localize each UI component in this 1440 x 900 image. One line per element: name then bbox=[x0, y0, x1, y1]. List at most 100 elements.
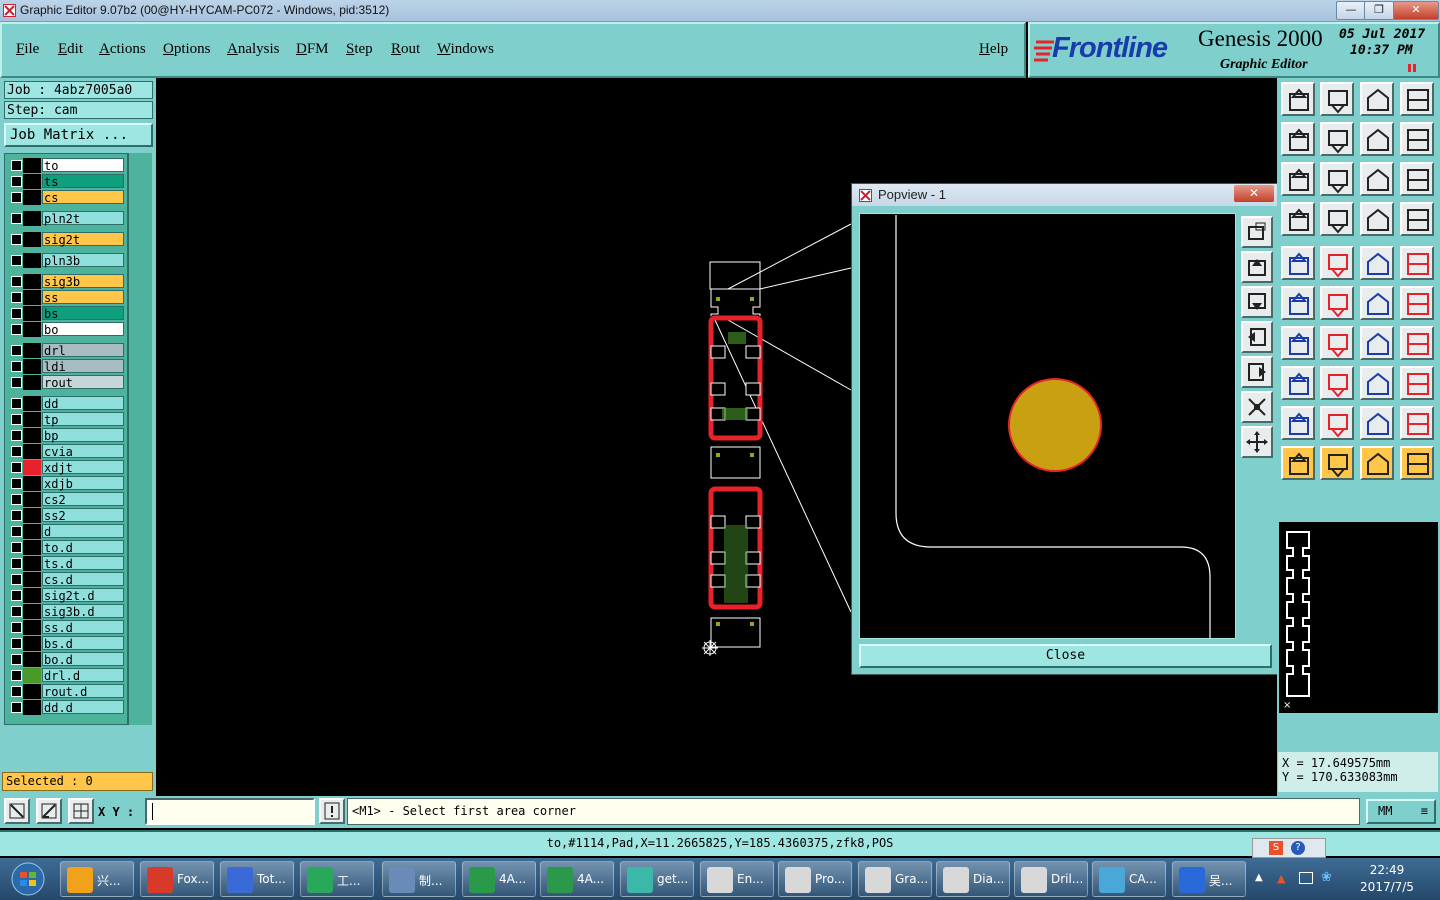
layer-checkbox[interactable] bbox=[11, 590, 22, 601]
layer-color-swatch[interactable] bbox=[23, 290, 41, 305]
layer-color-swatch[interactable] bbox=[23, 572, 41, 587]
xy-input[interactable] bbox=[145, 798, 315, 825]
layer-checkbox[interactable] bbox=[11, 574, 22, 585]
close-window-button[interactable]: ✕ bbox=[1393, 1, 1439, 20]
feature-filter-button[interactable] bbox=[1281, 202, 1315, 236]
popview-fit-button[interactable] bbox=[1241, 426, 1273, 458]
snap-pad-button[interactable] bbox=[1281, 246, 1315, 280]
overview-minimap[interactable]: × bbox=[1279, 522, 1438, 713]
layer-color-swatch[interactable] bbox=[23, 396, 41, 411]
layer-checkbox[interactable] bbox=[11, 542, 22, 553]
layer-row-ts[interactable]: ts bbox=[7, 174, 127, 189]
layer-name[interactable]: bs bbox=[42, 306, 124, 321]
grid-button[interactable] bbox=[1320, 202, 1354, 236]
layer-name[interactable]: ts.d bbox=[42, 556, 124, 571]
flip-button[interactable] bbox=[1400, 326, 1434, 360]
layer-name[interactable]: pln3b bbox=[42, 253, 124, 268]
taskbar-clock[interactable]: 22:49 2017/7/5 bbox=[1352, 862, 1422, 896]
layer-checkbox[interactable] bbox=[11, 526, 22, 537]
layer-checkbox[interactable] bbox=[11, 398, 22, 409]
undo-view-button[interactable] bbox=[1360, 122, 1394, 156]
layer-color-swatch[interactable] bbox=[23, 359, 41, 374]
layer-checkbox[interactable] bbox=[11, 462, 22, 473]
layer-color-swatch[interactable] bbox=[23, 620, 41, 635]
layer-row-sig2t-d[interactable]: sig2t.d bbox=[7, 588, 127, 603]
popview-pan-down-button[interactable] bbox=[1241, 286, 1273, 318]
layer-name[interactable]: drl bbox=[42, 343, 124, 358]
layer-color-swatch[interactable] bbox=[23, 700, 41, 715]
layer-color-swatch[interactable] bbox=[23, 322, 41, 337]
layer-name[interactable]: to bbox=[42, 158, 124, 173]
layer-color-swatch[interactable] bbox=[23, 190, 41, 205]
layer-name[interactable]: sig3b.d bbox=[42, 604, 124, 619]
grid-mode-button[interactable] bbox=[68, 798, 94, 824]
layer-checkbox[interactable] bbox=[11, 558, 22, 569]
taskbar-item[interactable]: Dril... bbox=[1014, 861, 1088, 897]
layer-color-swatch[interactable] bbox=[23, 524, 41, 539]
copy-button[interactable] bbox=[1400, 286, 1434, 320]
layer-color-swatch[interactable] bbox=[23, 343, 41, 358]
start-button[interactable] bbox=[8, 861, 50, 897]
import-button[interactable] bbox=[1281, 122, 1315, 156]
layer-row-bp[interactable]: bp bbox=[7, 428, 127, 443]
ruler-button[interactable] bbox=[1360, 246, 1394, 280]
layer-name[interactable]: bp bbox=[42, 428, 124, 443]
layer-checkbox[interactable] bbox=[11, 494, 22, 505]
save-button[interactable] bbox=[1320, 82, 1354, 116]
layer-color-swatch[interactable] bbox=[23, 508, 41, 523]
layer-checkbox[interactable] bbox=[11, 702, 22, 713]
taskbar-item[interactable]: Fox... bbox=[140, 861, 214, 897]
layer-color-swatch[interactable] bbox=[23, 556, 41, 571]
popview-pan-left-button[interactable] bbox=[1241, 321, 1273, 353]
taskbar-item[interactable]: Tot... bbox=[220, 861, 294, 897]
layer-color-swatch[interactable] bbox=[23, 668, 41, 683]
pad-button[interactable] bbox=[1400, 246, 1434, 280]
layer-name[interactable]: sig2t.d bbox=[42, 588, 124, 603]
taskbar-item[interactable]: 4A... bbox=[540, 861, 614, 897]
select-box-button[interactable] bbox=[1320, 446, 1354, 480]
drc-red-button[interactable] bbox=[1360, 406, 1394, 440]
layer-row-bo-d[interactable]: bo.d bbox=[7, 652, 127, 667]
layer-color-swatch[interactable] bbox=[23, 174, 41, 189]
taskbar-item[interactable]: CA... bbox=[1092, 861, 1166, 897]
layer-checkbox[interactable] bbox=[11, 478, 22, 489]
redraw-button[interactable] bbox=[1400, 122, 1434, 156]
layer-name[interactable]: ss.d bbox=[42, 620, 124, 635]
select-pointer-button[interactable] bbox=[1360, 446, 1394, 480]
ime-toolbar[interactable]: S ? bbox=[1252, 838, 1326, 858]
layer-row-sig3b-d[interactable]: sig3b.d bbox=[7, 604, 127, 619]
layer-row-bs-d[interactable]: bs.d bbox=[7, 636, 127, 651]
taskbar-item[interactable]: Gra... bbox=[858, 861, 932, 897]
layer-checkbox[interactable] bbox=[11, 606, 22, 617]
drc-top-button[interactable] bbox=[1320, 406, 1354, 440]
minimize-button[interactable]: — bbox=[1336, 1, 1366, 20]
layer-checkbox[interactable] bbox=[11, 192, 22, 203]
layer-name[interactable]: cs bbox=[42, 190, 124, 205]
ime-s-icon[interactable]: S bbox=[1269, 841, 1283, 855]
job-matrix-button[interactable]: Job Matrix ... bbox=[4, 123, 153, 147]
taskbar-item[interactable]: En... bbox=[700, 861, 774, 897]
layer-checkbox[interactable] bbox=[11, 292, 22, 303]
home-button[interactable] bbox=[1360, 82, 1394, 116]
layer-name[interactable]: cs.d bbox=[42, 572, 124, 587]
layer-row-dd[interactable]: dd bbox=[7, 396, 127, 411]
layer-checkbox[interactable] bbox=[11, 324, 22, 335]
layer-color-swatch[interactable] bbox=[23, 158, 41, 173]
layer-checkbox[interactable] bbox=[11, 686, 22, 697]
taskbar-item[interactable]: Pro... bbox=[778, 861, 852, 897]
layer-color-swatch[interactable] bbox=[23, 540, 41, 555]
help-icon[interactable]: ? bbox=[1291, 841, 1305, 855]
layer-name[interactable]: cs2 bbox=[42, 492, 124, 507]
layer-color-swatch[interactable] bbox=[23, 604, 41, 619]
layer-checkbox[interactable] bbox=[11, 638, 22, 649]
layer-color-swatch[interactable] bbox=[23, 444, 41, 459]
layer-name[interactable]: ts bbox=[42, 174, 124, 189]
layer-checkbox[interactable] bbox=[11, 622, 22, 633]
layer-name[interactable]: sig3b bbox=[42, 274, 124, 289]
line-button[interactable] bbox=[1320, 326, 1354, 360]
taskbar-item[interactable]: get... bbox=[620, 861, 694, 897]
layer-name[interactable]: ldi bbox=[42, 359, 124, 374]
layer-row-ldi[interactable]: ldi bbox=[7, 359, 127, 374]
measure-mode-button[interactable] bbox=[36, 798, 62, 824]
units-select[interactable]: MM ≡ bbox=[1366, 799, 1436, 824]
